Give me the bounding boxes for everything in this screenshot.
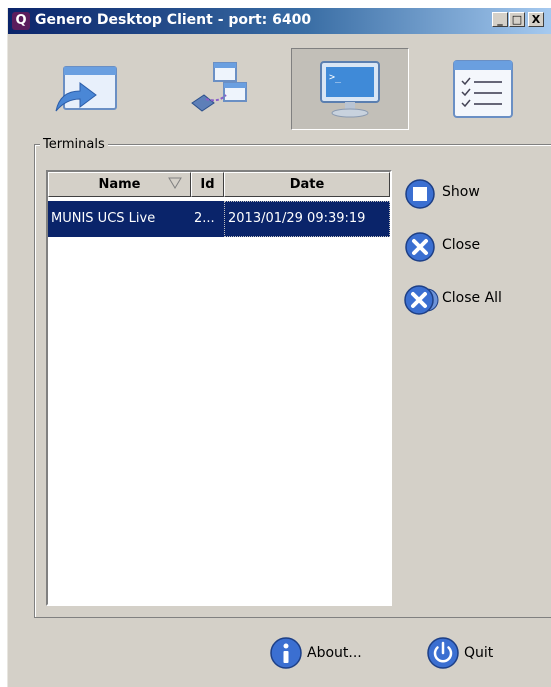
close-circle-icon xyxy=(405,232,435,262)
close-button[interactable]: Close xyxy=(404,231,514,262)
cell-id: 2... xyxy=(194,211,215,226)
cell-date: 2013/01/29 09:39:19 xyxy=(224,201,390,237)
close-all-button[interactable]: Close All xyxy=(404,284,514,315)
window-arrow-icon xyxy=(55,66,117,112)
column-header-name[interactable]: Name xyxy=(48,172,191,197)
svg-text:>_: >_ xyxy=(329,72,342,83)
network-windows-icon xyxy=(191,62,247,112)
maximize-button[interactable]: □ xyxy=(509,12,525,27)
genero-q-icon: Q xyxy=(12,12,30,30)
terminals-table[interactable]: Name Id Date MUNIS UCS Live 2... 2013/01… xyxy=(46,170,392,606)
toolbar: >_ xyxy=(8,48,551,134)
cell-name: MUNIS UCS Live xyxy=(51,211,156,226)
connections-tool-button[interactable] xyxy=(158,48,276,130)
show-button-label: Show xyxy=(442,184,480,200)
close-all-icon xyxy=(404,285,439,315)
quit-button-label: Quit xyxy=(464,645,494,661)
quit-button[interactable]: Quit xyxy=(426,636,506,670)
show-button[interactable]: Show xyxy=(404,178,514,209)
terminals-tool-button[interactable]: >_ xyxy=(291,48,409,130)
column-header-date[interactable]: Date xyxy=(224,172,390,197)
about-button-label: About... xyxy=(307,645,362,661)
checklist-icon xyxy=(453,60,513,118)
sort-descending-icon xyxy=(168,177,182,189)
table-row[interactable]: MUNIS UCS Live 2... 2013/01/29 09:39:19 xyxy=(48,201,390,237)
power-icon xyxy=(427,637,459,669)
title-bar[interactable]: Q Genero Desktop Client - port: 6400 _ □… xyxy=(8,8,551,34)
column-header-name-label: Name xyxy=(98,177,141,192)
info-icon xyxy=(270,637,302,669)
show-icon xyxy=(405,179,435,209)
about-button[interactable]: About... xyxy=(269,636,369,670)
monitor-terminal-icon: >_ xyxy=(320,61,380,118)
column-header-id[interactable]: Id xyxy=(191,172,224,197)
app-window: Q Genero Desktop Client - port: 6400 _ □… xyxy=(7,8,551,687)
terminals-group-label: Terminals xyxy=(40,137,108,152)
window-title: Genero Desktop Client - port: 6400 xyxy=(35,12,312,28)
close-window-button[interactable]: X xyxy=(528,12,544,27)
shortcut-tool-button[interactable] xyxy=(26,48,144,130)
close-button-label: Close xyxy=(442,237,481,253)
table-header: Name Id Date xyxy=(48,172,390,197)
minimize-button[interactable]: _ xyxy=(492,12,508,27)
list-tool-button[interactable] xyxy=(424,48,542,130)
close-all-button-label: Close All xyxy=(442,290,502,306)
